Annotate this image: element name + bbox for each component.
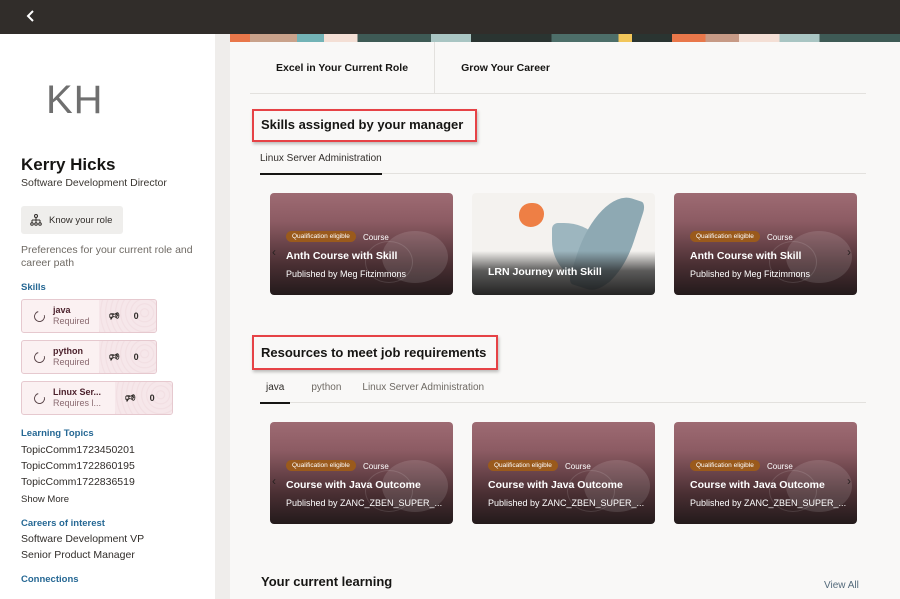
show-more-link[interactable]: Show More (21, 494, 69, 505)
card-publisher: Published by ZANC_ZBEN_SUPER_... (690, 498, 847, 508)
progress-ring-icon (31, 349, 48, 365)
chevron-left-icon (26, 10, 34, 22)
tab-linux-server-admin[interactable]: Linux Server Administration (362, 381, 484, 403)
megaphone-icon: 🕫 (125, 391, 136, 404)
card-type: Course (565, 462, 591, 471)
preferences-text: Preferences for your current role and ca… (21, 244, 193, 269)
tab-python[interactable]: python (311, 381, 341, 403)
card-type: Course (363, 233, 389, 242)
back-button[interactable] (26, 7, 44, 27)
skill-count: 0 (133, 352, 139, 362)
progress-ring-icon (31, 308, 48, 324)
careers-list: Software Development VP Senior Product M… (21, 531, 144, 563)
connections-heading: Connections (21, 574, 79, 585)
skill-chip-java[interactable]: java Required 🕫 0 (21, 299, 157, 333)
skill-chip-linux[interactable]: Linux Ser... Requires l... 🕫 0 (21, 381, 173, 415)
resources-tabs: java python Linux Server Administration (260, 381, 866, 404)
card-title: Anth Course with Skill (286, 250, 398, 262)
tab-linux-server-admin[interactable]: Linux Server Administration (260, 152, 382, 175)
card-title: Anth Course with Skill (690, 250, 802, 262)
qualification-badge: Qualification eligible (488, 460, 558, 471)
resources-heading: Resources to meet job requirements (261, 345, 487, 360)
skill-status: Required (53, 316, 90, 326)
topic-link[interactable]: TopicComm1722860195 (21, 458, 135, 474)
card-type: Course (767, 462, 793, 471)
progress-ring-icon (31, 390, 48, 406)
skill-status: Required (53, 357, 90, 367)
current-learning-heading: Your current learning (261, 574, 393, 589)
card-publisher: Published by ZANC_ZBEN_SUPER_... (488, 498, 645, 508)
card-title: Course with Java Outcome (286, 479, 421, 491)
careers-heading: Careers of interest (21, 518, 105, 529)
skill-name: python (53, 346, 83, 356)
manager-skills-heading: Skills assigned by your manager (261, 117, 464, 132)
card-publisher: Published by Meg Fitzimmons (690, 269, 811, 279)
card-publisher: Published by ZANC_ZBEN_SUPER_... (286, 498, 443, 508)
tab-grow-career[interactable]: Grow Your Career (435, 42, 576, 94)
view-all-link[interactable]: View All (824, 580, 859, 591)
qualification-badge: Qualification eligible (286, 460, 356, 471)
carousel-prev-icon[interactable]: ‹ (272, 474, 276, 488)
qualification-badge: Qualification eligible (690, 231, 760, 242)
card-title: LRN Journey with Skill (488, 266, 602, 278)
skills-heading: Skills (21, 282, 46, 293)
skill-chip-python[interactable]: python Required 🕫 0 (21, 340, 157, 374)
skill-count: 0 (133, 311, 139, 321)
card-type: Course (767, 233, 793, 242)
learning-topics-list: TopicComm1723450201 TopicComm1722860195 … (21, 442, 135, 490)
profile-job-title: Software Development Director (21, 177, 167, 189)
page-tabs: Excel in Your Current Role Grow Your Car… (250, 42, 866, 94)
decorative-banner (230, 34, 900, 42)
learning-card[interactable]: Qualification eligible Course Course wit… (270, 422, 453, 524)
topic-link[interactable]: TopicComm1723450201 (21, 442, 135, 458)
megaphone-icon: 🕫 (109, 309, 120, 322)
org-chart-icon (30, 214, 42, 226)
avatar-initials: KH (46, 78, 104, 122)
megaphone-icon: 🕫 (109, 350, 120, 363)
card-title: Course with Java Outcome (488, 479, 623, 491)
learning-card[interactable]: Qualification eligible Course Course wit… (472, 422, 655, 524)
card-type: Course (363, 462, 389, 471)
carousel-next-icon[interactable]: › (847, 245, 851, 259)
topic-link[interactable]: TopicComm1722836519 (21, 474, 135, 490)
qualification-badge: Qualification eligible (286, 231, 356, 242)
learning-card[interactable]: Qualification eligible Course Anth Cours… (674, 193, 857, 295)
card-title: Course with Java Outcome (690, 479, 825, 491)
learning-topics-heading: Learning Topics (21, 428, 94, 439)
skill-status: Requires l... (53, 398, 102, 408)
skill-name: Linux Ser... (53, 387, 102, 397)
qualification-badge: Qualification eligible (690, 460, 760, 471)
carousel-prev-icon[interactable]: ‹ (272, 245, 276, 259)
profile-name: Kerry Hicks (21, 155, 116, 174)
career-link[interactable]: Software Development VP (21, 531, 144, 547)
scroll-gutter (215, 34, 230, 599)
learning-card[interactable]: Qualification eligible Course Anth Cours… (270, 193, 453, 295)
skill-count: 0 (149, 393, 155, 403)
learning-card[interactable]: LRN Journey with Skill (472, 193, 655, 295)
card-publisher: Published by Meg Fitzimmons (286, 269, 407, 279)
skill-name: java (53, 305, 71, 315)
tab-java[interactable]: java (260, 381, 291, 404)
tab-excel-current-role[interactable]: Excel in Your Current Role (250, 42, 436, 94)
manager-skills-tabs: Linux Server Administration (260, 152, 866, 175)
top-bar (0, 0, 900, 34)
sun-illustration (519, 203, 544, 227)
know-your-role-label: Know your role (49, 214, 113, 226)
career-link[interactable]: Senior Product Manager (21, 547, 144, 563)
carousel-next-icon[interactable]: › (847, 474, 851, 488)
main-content: Excel in Your Current Role Grow Your Car… (230, 34, 900, 599)
learning-card[interactable]: Qualification eligible Course Course wit… (674, 422, 857, 524)
know-your-role-button[interactable]: Know your role (21, 206, 123, 234)
